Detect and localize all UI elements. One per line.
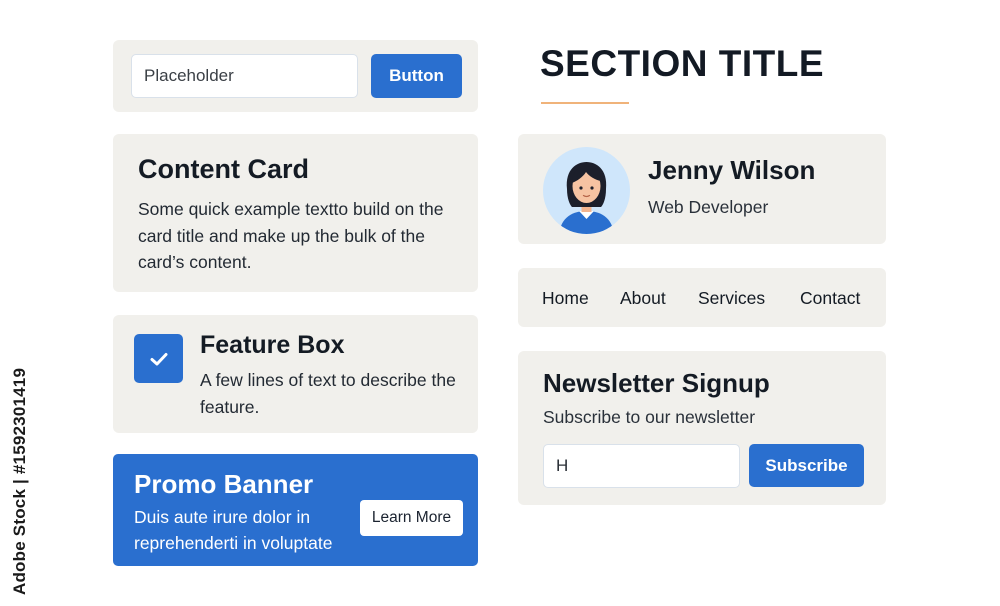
primary-button[interactable]: Button: [371, 54, 462, 98]
stock-watermark: Adobe Stock | #1592301419: [10, 367, 29, 595]
subscribe-button[interactable]: Subscribe: [749, 444, 864, 487]
feature-box-title: Feature Box: [200, 331, 345, 359]
nav-item-services[interactable]: Services: [698, 288, 765, 309]
feature-box: Feature Box A few lines of text to descr…: [113, 315, 478, 433]
newsletter-subtitle: Subscribe to our newsletter: [543, 407, 756, 427]
nav-item-about[interactable]: About: [620, 288, 666, 309]
promo-banner-body: Duis aute irure dolor in reprehenderti i…: [134, 507, 333, 553]
avatar: [543, 147, 630, 234]
section-title-underline: [541, 102, 629, 104]
promo-banner-title: Promo Banner: [134, 469, 314, 499]
nav-item-contact[interactable]: Contact: [800, 288, 860, 309]
profile-name: Jenny Wilson: [648, 155, 816, 185]
nav-bar: Home About Services Contact: [518, 268, 886, 327]
promo-banner: Promo Banner Duis aute irure dolor in re…: [113, 454, 478, 566]
content-card-title: Content Card: [138, 154, 309, 184]
checkbox[interactable]: [134, 334, 183, 383]
user-avatar-icon: [559, 162, 614, 234]
content-card: Content Card Some quick example textto b…: [113, 134, 478, 292]
search-panel: Placeholder Button: [113, 40, 478, 112]
newsletter-input-value: H: [556, 456, 569, 475]
newsletter-title: Newsletter Signup: [543, 368, 770, 398]
nav-item-home[interactable]: Home: [542, 288, 589, 309]
content-card-body: Some quick example textto build on the c…: [138, 199, 444, 272]
feature-box-body: A few lines of text to describe the feat…: [200, 370, 456, 417]
profile-role: Web Developer: [648, 197, 769, 217]
newsletter-email-input[interactable]: H: [543, 444, 740, 488]
profile-card: Jenny Wilson Web Developer: [518, 134, 886, 244]
search-input-placeholder: Placeholder: [144, 66, 234, 85]
learn-more-button[interactable]: Learn More: [360, 500, 463, 536]
search-input[interactable]: Placeholder: [131, 54, 358, 98]
section-title: SECTION TITLE: [540, 43, 824, 84]
checkmark-icon: [150, 352, 167, 365]
newsletter-card: Newsletter Signup Subscribe to our newsl…: [518, 351, 886, 505]
